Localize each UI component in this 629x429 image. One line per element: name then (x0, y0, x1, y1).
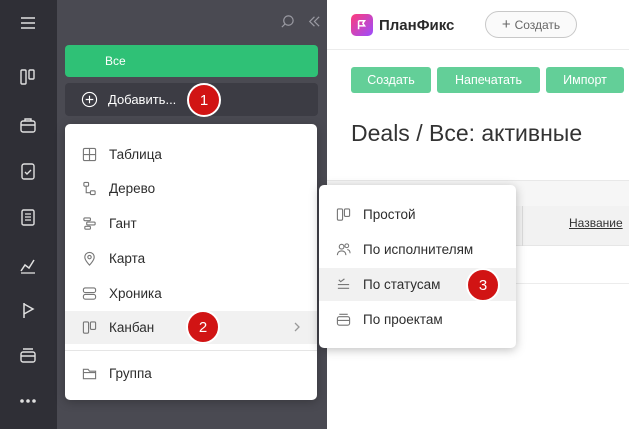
brand-name: ПланФикс (379, 16, 455, 34)
menu-divider (65, 350, 317, 351)
briefcase-icon[interactable] (16, 113, 40, 137)
menu-item-label: Группа (109, 366, 152, 381)
action-toolbar: Создать Напечатать Импорт (351, 67, 624, 93)
menu-item-gantt[interactable]: Гант (65, 207, 317, 240)
search-icon[interactable] (279, 13, 295, 29)
gantt-icon (81, 216, 97, 232)
collapse-icon[interactable] (305, 13, 321, 29)
menu-item-label: Канбан (109, 320, 155, 335)
folder-icon (81, 366, 97, 382)
menu-item-label: По исполнителям (363, 242, 474, 257)
menu-item-by-assignees[interactable]: По исполнителям (319, 233, 516, 266)
menu-icon[interactable] (16, 11, 40, 35)
menu-item-chronicle[interactable]: Хроника (65, 277, 317, 310)
columns-icon (335, 207, 351, 223)
table-icon (81, 147, 97, 163)
status-icon (335, 277, 351, 293)
chronicle-icon (81, 286, 97, 302)
import-button[interactable]: Импорт (546, 67, 624, 93)
tree-icon (81, 181, 97, 197)
menu-item-tree[interactable]: Дерево (65, 172, 317, 205)
columns-icon[interactable] (16, 65, 40, 89)
document-list-icon[interactable] (16, 205, 40, 229)
menu-item-label: Дерево (109, 181, 156, 196)
print-button[interactable]: Напечатать (437, 67, 540, 93)
menu-item-label: Карта (109, 251, 146, 266)
map-pin-icon (81, 251, 97, 267)
plus-icon: + (501, 16, 511, 33)
icon-rail (0, 0, 57, 429)
plus-circle-icon (81, 91, 98, 108)
planfix-logo-icon (351, 14, 373, 36)
chevron-right-icon (291, 320, 303, 334)
create-top-button[interactable]: + Создать (485, 11, 577, 38)
menu-item-label: По проектам (363, 312, 443, 327)
menu-item-simple[interactable]: Простой (319, 198, 516, 231)
add-view-label: Добавить... (108, 92, 177, 107)
menu-item-label: Хроника (109, 286, 162, 301)
step-badge-1: 1 (187, 83, 221, 117)
kanban-submenu: Простой По исполнителям По статусам По п… (319, 185, 516, 348)
create-top-label: Создать (514, 17, 561, 32)
menu-item-map[interactable]: Карта (65, 242, 317, 275)
page-title: Deals / Все: активные (351, 120, 583, 146)
menu-item-label: Гант (109, 216, 137, 231)
top-bar: ПланФикс + Создать (327, 0, 629, 50)
menu-item-by-projects[interactable]: По проектам (319, 303, 516, 336)
menu-item-group[interactable]: Группа (65, 357, 317, 390)
step-badge-3: 3 (466, 268, 500, 302)
storage-icon[interactable] (16, 343, 40, 367)
menu-item-table[interactable]: Таблица (65, 138, 317, 171)
play-flag-icon[interactable] (16, 298, 40, 322)
step-badge-2: 2 (186, 310, 220, 344)
create-button[interactable]: Создать (351, 67, 431, 93)
kanban-icon (81, 320, 97, 336)
menu-item-label: По статусам (363, 277, 441, 292)
more-icon[interactable] (16, 389, 40, 413)
menu-item-label: Таблица (109, 147, 162, 162)
column-header-name[interactable]: Название (569, 216, 623, 230)
people-icon (335, 242, 351, 258)
project-icon (335, 312, 351, 328)
clipboard-check-icon[interactable] (16, 159, 40, 183)
brand-logo[interactable]: ПланФикс (351, 14, 454, 36)
column-divider (522, 206, 523, 246)
all-view-button[interactable]: Все (65, 45, 318, 77)
add-view-menu: Таблица Дерево Гант Карта Хроника Канбан (65, 124, 317, 400)
menu-item-label: Простой (363, 207, 416, 222)
analytics-icon[interactable] (16, 253, 40, 277)
